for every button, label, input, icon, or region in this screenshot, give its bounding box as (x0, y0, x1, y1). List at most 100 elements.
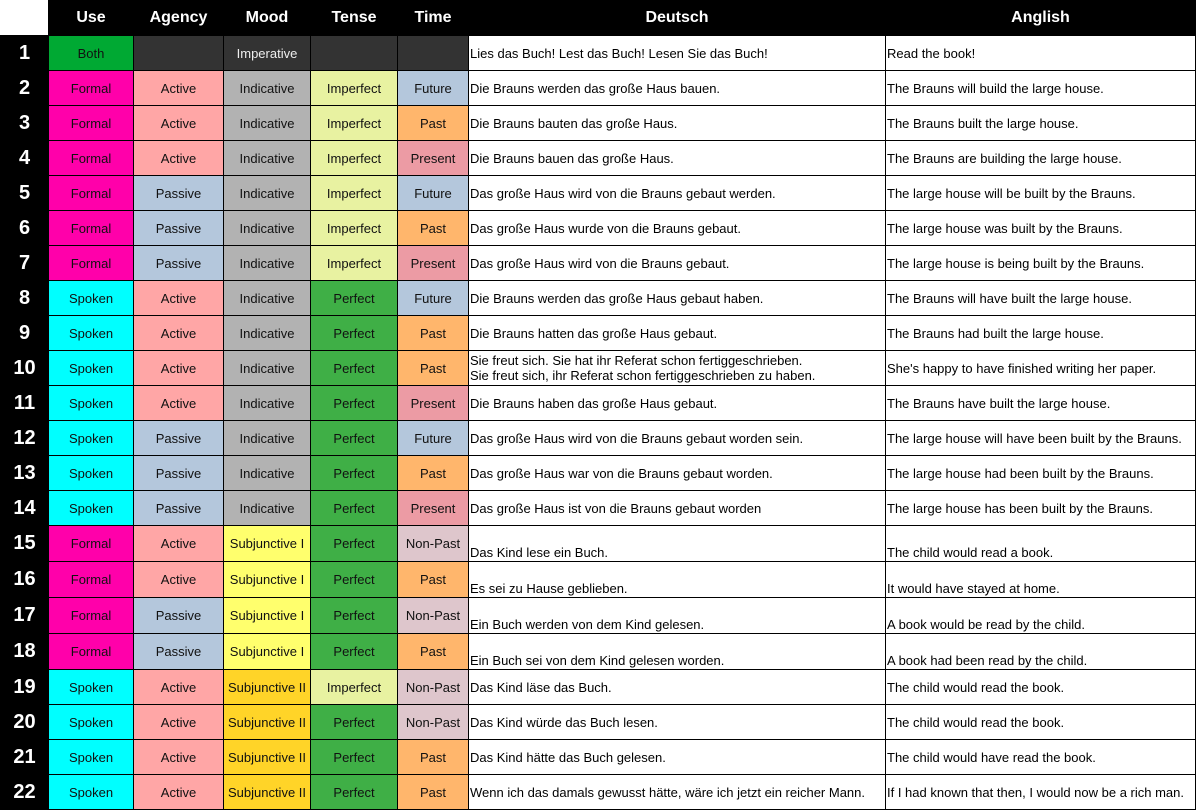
agency-cell[interactable]: Active (133, 105, 224, 141)
use-cell[interactable]: Spoken (48, 669, 134, 705)
agency-cell[interactable]: Passive (133, 597, 224, 634)
time-cell[interactable] (397, 35, 469, 71)
agency-cell[interactable]: Active (133, 561, 224, 598)
use-cell[interactable]: Spoken (48, 385, 134, 421)
use-cell[interactable]: Spoken (48, 350, 134, 386)
deutsch-cell[interactable]: Die Brauns bauten das große Haus. (468, 105, 886, 141)
agency-cell[interactable]: Active (133, 739, 224, 775)
deutsch-cell[interactable]: Das große Haus wurde von die Brauns geba… (468, 210, 886, 246)
use-cell[interactable]: Formal (48, 633, 134, 670)
anglish-cell[interactable]: The child would read a book. (885, 525, 1196, 562)
time-cell[interactable]: Non-Past (397, 669, 469, 705)
use-cell[interactable]: Spoken (48, 704, 134, 740)
anglish-cell[interactable]: The Brauns built the large house. (885, 105, 1196, 141)
time-cell[interactable]: Past (397, 739, 469, 775)
time-cell[interactable]: Non-Past (397, 597, 469, 634)
deutsch-cell[interactable]: Die Brauns bauen das große Haus. (468, 140, 886, 176)
anglish-cell[interactable]: The large house is being built by the Br… (885, 245, 1196, 281)
row-number[interactable]: 9 (0, 315, 49, 351)
tense-cell[interactable]: Perfect (310, 633, 398, 670)
row-number[interactable]: 18 (0, 633, 49, 670)
agency-cell[interactable]: Passive (133, 245, 224, 281)
anglish-cell[interactable]: The Brauns will have built the large hou… (885, 280, 1196, 316)
agency-cell[interactable]: Active (133, 525, 224, 562)
mood-cell[interactable]: Indicative (223, 140, 311, 176)
anglish-cell[interactable]: The large house has been built by the Br… (885, 490, 1196, 526)
header-agency[interactable]: Agency (133, 0, 224, 36)
use-cell[interactable]: Spoken (48, 315, 134, 351)
use-cell[interactable]: Formal (48, 561, 134, 598)
time-cell[interactable]: Future (397, 420, 469, 456)
tense-cell[interactable]: Imperfect (310, 140, 398, 176)
anglish-cell[interactable]: The Brauns have built the large house. (885, 385, 1196, 421)
deutsch-cell[interactable]: Wenn ich das damals gewusst hätte, wäre … (468, 774, 886, 810)
mood-cell[interactable]: Subjunctive II (223, 774, 311, 810)
agency-cell[interactable] (133, 35, 224, 71)
deutsch-cell[interactable]: Die Brauns werden das große Haus bauen. (468, 70, 886, 106)
use-cell[interactable]: Spoken (48, 739, 134, 775)
use-cell[interactable]: Formal (48, 140, 134, 176)
time-cell[interactable]: Future (397, 175, 469, 211)
deutsch-cell[interactable]: Das große Haus wird von die Brauns gebau… (468, 245, 886, 281)
row-number[interactable]: 8 (0, 280, 49, 316)
time-cell[interactable]: Present (397, 245, 469, 281)
corner-cell[interactable] (0, 0, 49, 36)
mood-cell[interactable]: Indicative (223, 420, 311, 456)
mood-cell[interactable]: Subjunctive I (223, 597, 311, 634)
deutsch-cell[interactable]: Lies das Buch! Lest das Buch! Lesen Sie … (468, 35, 886, 71)
agency-cell[interactable]: Active (133, 669, 224, 705)
deutsch-cell[interactable]: Das Kind hätte das Buch gelesen. (468, 739, 886, 775)
row-number[interactable]: 1 (0, 35, 49, 71)
time-cell[interactable]: Past (397, 350, 469, 386)
mood-cell[interactable]: Indicative (223, 315, 311, 351)
deutsch-cell[interactable]: Ein Buch werden von dem Kind gelesen. (468, 597, 886, 634)
anglish-cell[interactable]: A book had been read by the child. (885, 633, 1196, 670)
tense-cell[interactable]: Perfect (310, 597, 398, 634)
mood-cell[interactable]: Imperative (223, 35, 311, 71)
anglish-cell[interactable]: The child would read the book. (885, 669, 1196, 705)
agency-cell[interactable]: Active (133, 350, 224, 386)
mood-cell[interactable]: Indicative (223, 105, 311, 141)
tense-cell[interactable]: Perfect (310, 280, 398, 316)
anglish-cell[interactable]: The child would have read the book. (885, 739, 1196, 775)
row-number[interactable]: 20 (0, 704, 49, 740)
tense-cell[interactable]: Imperfect (310, 210, 398, 246)
use-cell[interactable]: Formal (48, 105, 134, 141)
row-number[interactable]: 22 (0, 774, 49, 810)
mood-cell[interactable]: Subjunctive I (223, 525, 311, 562)
use-cell[interactable]: Both (48, 35, 134, 71)
mood-cell[interactable]: Subjunctive I (223, 561, 311, 598)
row-number[interactable]: 2 (0, 70, 49, 106)
use-cell[interactable]: Spoken (48, 455, 134, 491)
mood-cell[interactable]: Subjunctive II (223, 669, 311, 705)
agency-cell[interactable]: Active (133, 774, 224, 810)
time-cell[interactable]: Past (397, 455, 469, 491)
anglish-cell[interactable]: The large house had been built by the Br… (885, 455, 1196, 491)
tense-cell[interactable]: Perfect (310, 774, 398, 810)
deutsch-cell[interactable]: Das große Haus wird von die Brauns gebau… (468, 420, 886, 456)
agency-cell[interactable]: Active (133, 385, 224, 421)
use-cell[interactable]: Formal (48, 525, 134, 562)
time-cell[interactable]: Present (397, 140, 469, 176)
mood-cell[interactable]: Indicative (223, 455, 311, 491)
mood-cell[interactable]: Subjunctive II (223, 739, 311, 775)
tense-cell[interactable]: Perfect (310, 455, 398, 491)
row-number[interactable]: 19 (0, 669, 49, 705)
deutsch-cell[interactable]: Die Brauns hatten das große Haus gebaut. (468, 315, 886, 351)
anglish-cell[interactable]: A book would be read by the child. (885, 597, 1196, 634)
use-cell[interactable]: Formal (48, 597, 134, 634)
header-tense[interactable]: Tense (310, 0, 398, 36)
time-cell[interactable]: Present (397, 385, 469, 421)
use-cell[interactable]: Formal (48, 210, 134, 246)
row-number[interactable]: 15 (0, 525, 49, 562)
row-number[interactable]: 4 (0, 140, 49, 176)
row-number[interactable]: 12 (0, 420, 49, 456)
time-cell[interactable]: Future (397, 70, 469, 106)
deutsch-cell[interactable]: Ein Buch sei von dem Kind gelesen worden… (468, 633, 886, 670)
tense-cell[interactable]: Perfect (310, 704, 398, 740)
tense-cell[interactable]: Perfect (310, 420, 398, 456)
header-time[interactable]: Time (397, 0, 469, 36)
anglish-cell[interactable]: The large house will be built by the Bra… (885, 175, 1196, 211)
tense-cell[interactable]: Perfect (310, 561, 398, 598)
header-anglish[interactable]: Anglish (885, 0, 1196, 36)
